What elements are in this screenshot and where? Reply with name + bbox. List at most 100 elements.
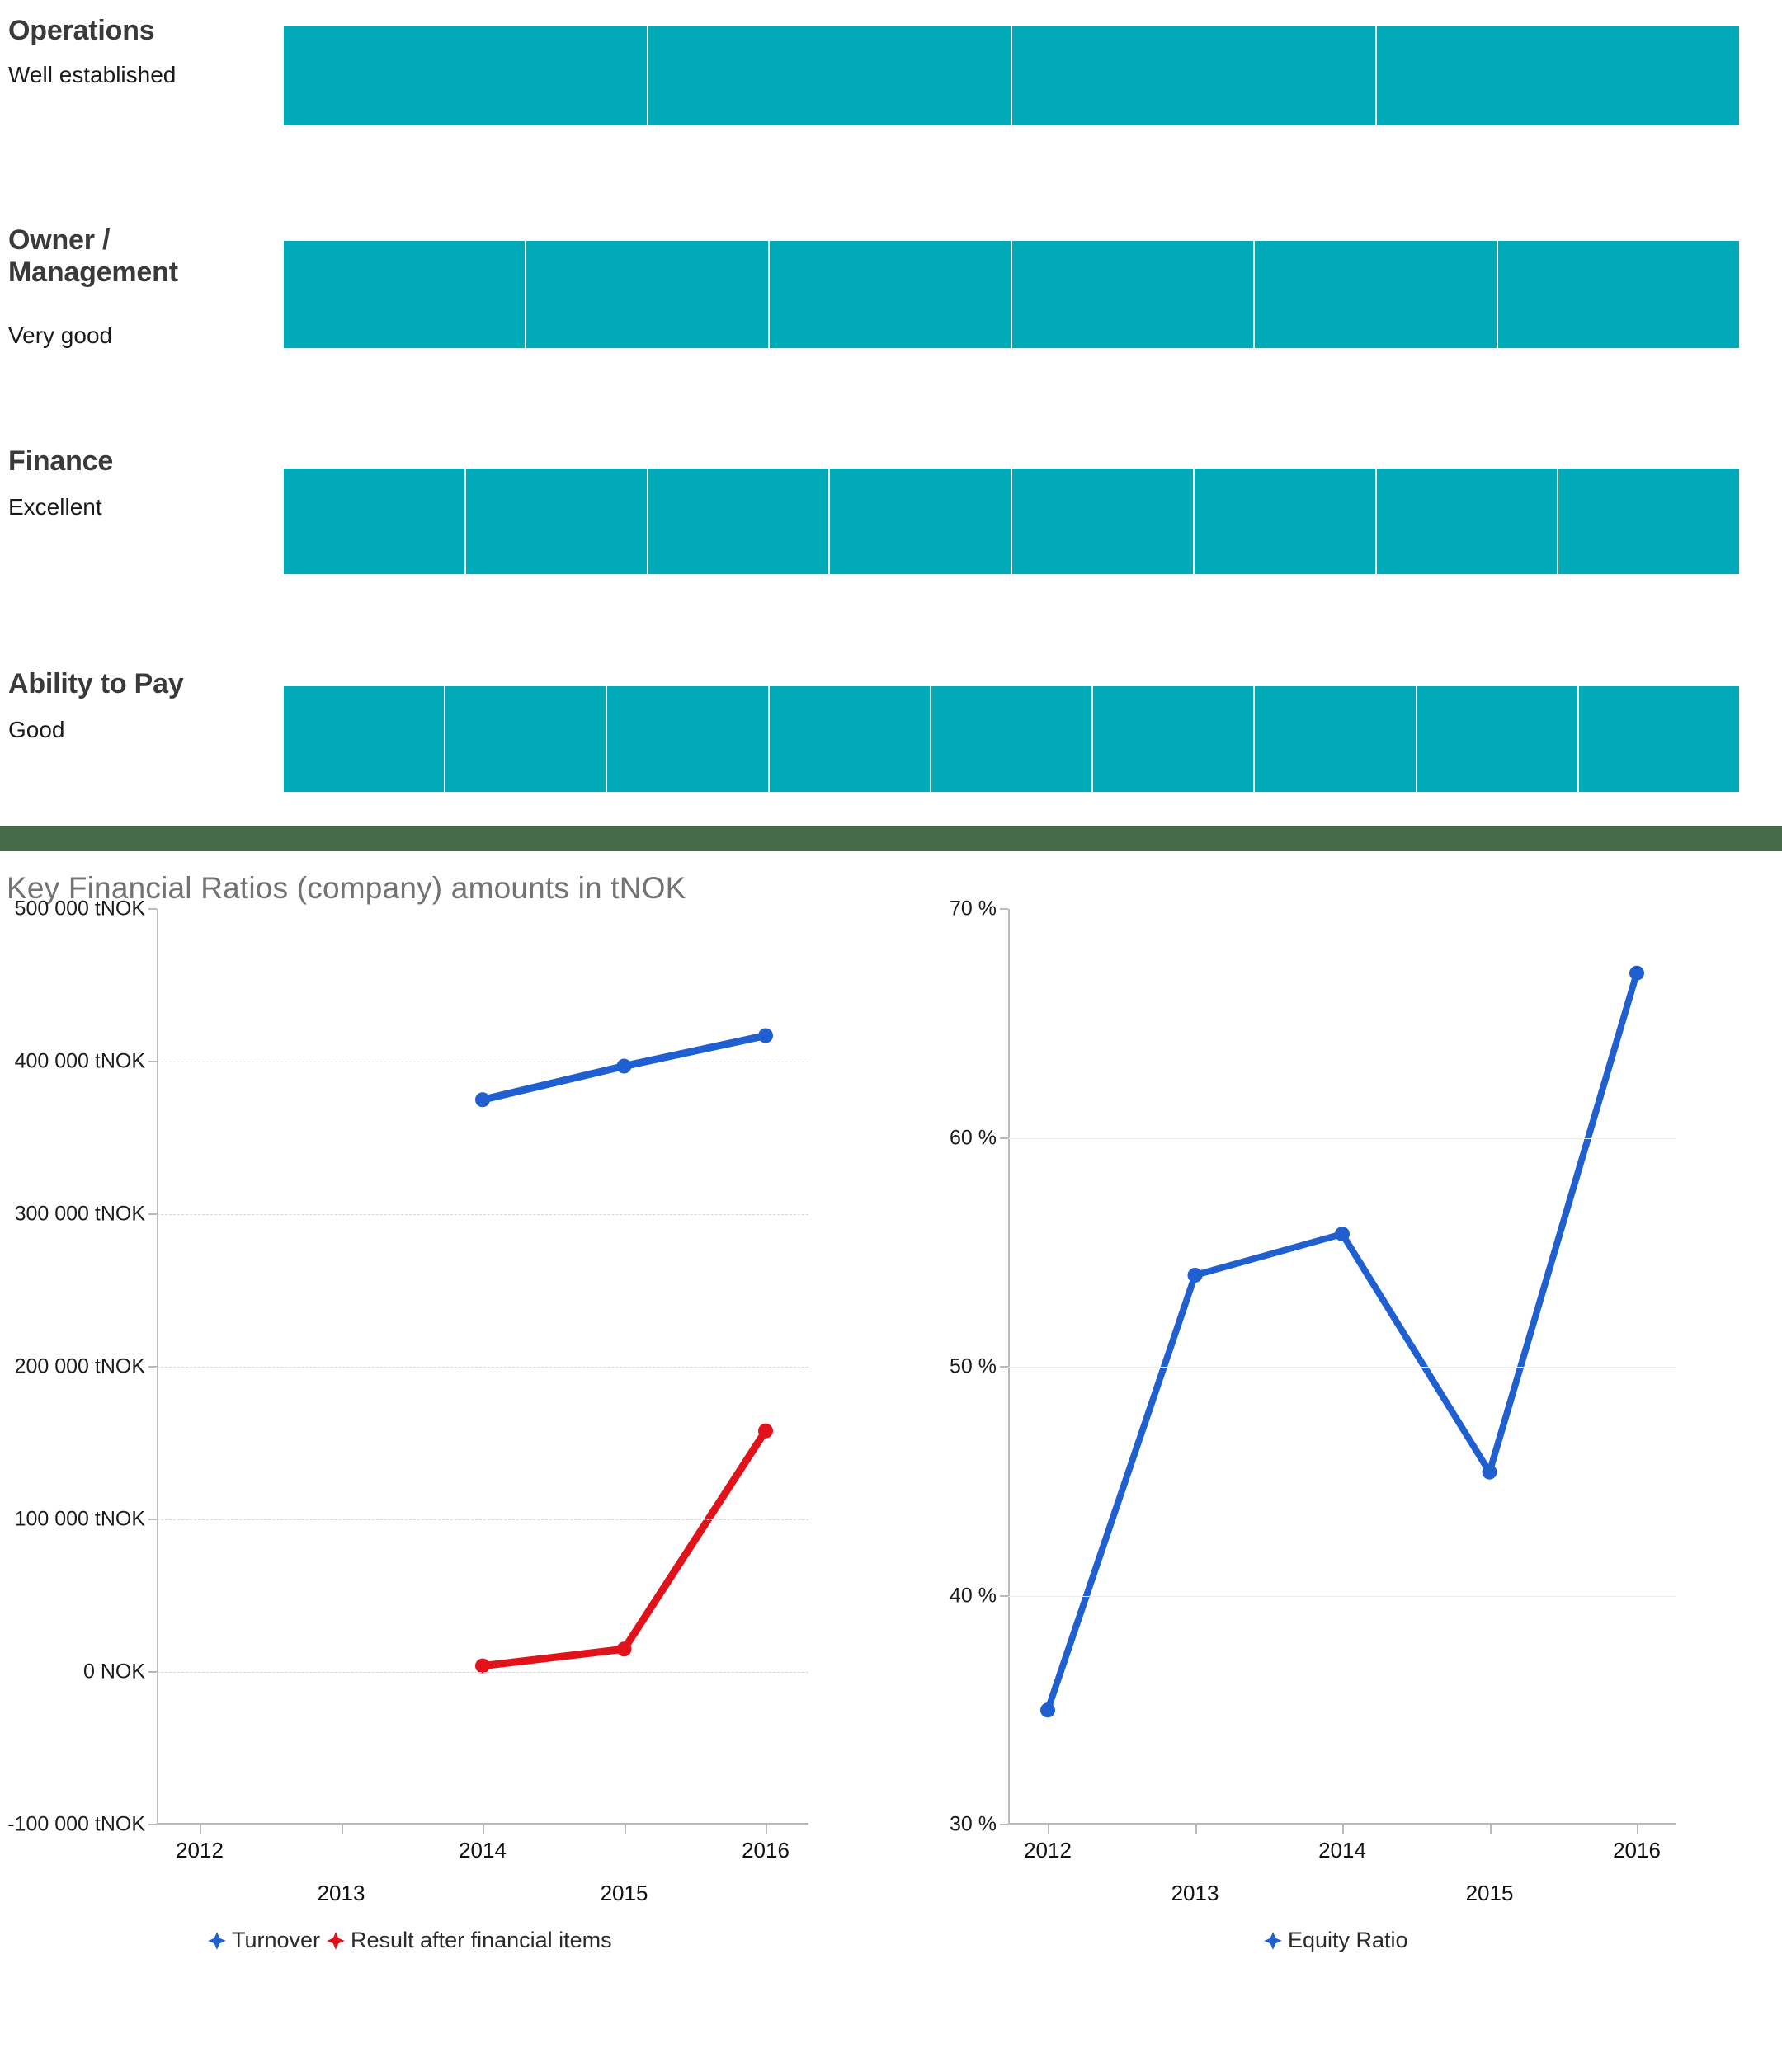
rating-bar: [284, 469, 1739, 574]
rating-bar-segment: [1012, 26, 1377, 125]
legend-label: Equity Ratio: [1288, 1928, 1408, 1952]
x-axis-tick-mark: [1637, 1825, 1638, 1834]
legend-diamond-icon: [206, 1930, 228, 1952]
legend-label: Turnover: [232, 1928, 321, 1952]
x-axis-tick-label: 2016: [1613, 1838, 1661, 1862]
x-axis-tick-label: 2014: [1318, 1838, 1366, 1862]
gridline: [157, 1367, 808, 1368]
series-line: [1044, 969, 1640, 1714]
y-axis-tick-label: -100 000 tNOK: [7, 1812, 145, 1836]
legend-item[interactable]: Equity Ratio: [1262, 1928, 1408, 1953]
rating-bar-segment: [446, 686, 608, 792]
x-axis-tick-mark: [624, 1825, 626, 1834]
y-axis-tick-mark: [1000, 1824, 1008, 1825]
y-axis-tick-mark: [148, 1671, 157, 1673]
y-axis-tick-mark: [148, 1519, 157, 1520]
y-axis-tick-mark: [148, 1061, 157, 1062]
series-data-point: [1629, 965, 1644, 981]
x-axis-tick-mark: [1342, 1825, 1344, 1834]
rating-bar-segment: [830, 469, 1012, 574]
rating-category-title: Owner / Management: [8, 224, 178, 289]
gridline: [1008, 1595, 1676, 1597]
series-data-point: [758, 1028, 773, 1043]
x-axis-tick-label: 2012: [1024, 1838, 1072, 1862]
series-data-point: [1482, 1464, 1497, 1480]
x-axis-tick-mark: [766, 1825, 767, 1834]
company-ratings-section: Operations Well established Owner / Manage…: [0, 0, 1782, 826]
y-axis-tick-label: 200 000 tNOK: [14, 1354, 145, 1378]
x-axis-tick-label: 2014: [459, 1838, 507, 1862]
rating-bar-segment: [1498, 241, 1739, 348]
gridline: [157, 1672, 808, 1673]
rating-category-title: Ability to Pay: [8, 668, 184, 699]
rating-bar-segment: [1377, 469, 1559, 574]
rating-bar-segment: [1377, 26, 1740, 125]
gridline: [157, 1214, 808, 1215]
y-axis-tick-label: 0 NOK: [82, 1660, 145, 1684]
rating-category-title: Operations: [8, 15, 155, 46]
rating-bar-segment: [466, 469, 648, 574]
series-data-point: [475, 1092, 490, 1108]
legend-diamond-icon: [1262, 1930, 1284, 1952]
y-axis-tick-label: 40 %: [950, 1584, 997, 1607]
rating-value-text: Very good: [8, 323, 113, 348]
rating-bar-segment: [607, 686, 770, 792]
rating-bar-segment: [770, 686, 931, 792]
rating-bar-segment: [526, 241, 770, 348]
rating-value-text: Well established: [8, 62, 177, 87]
rating-bar-segment: [1417, 686, 1579, 792]
rating-bar-segment: [1558, 469, 1739, 574]
series-data-point: [475, 1658, 490, 1674]
rating-bar-segment: [931, 686, 1094, 792]
y-axis-tick-label: 60 %: [950, 1126, 997, 1149]
rating-bar-segment: [1255, 241, 1498, 348]
y-axis-tick-label: 50 %: [950, 1354, 997, 1378]
section-divider: [0, 826, 1782, 851]
x-axis-tick-mark: [1048, 1825, 1049, 1834]
y-axis-tick-label: 100 000 tNOK: [14, 1507, 145, 1531]
legend-label: Result after financial items: [351, 1928, 612, 1952]
series-data-point: [1187, 1268, 1203, 1283]
series-data-point: [1335, 1227, 1350, 1242]
y-axis-tick-label: 300 000 tNOK: [14, 1202, 145, 1226]
y-axis-tick-mark: [1000, 1594, 1008, 1597]
x-axis-tick-label: 2012: [176, 1838, 224, 1862]
rating-value-text: Good: [8, 717, 65, 742]
rating-bar-segment: [1195, 469, 1377, 574]
y-axis-tick-mark: [148, 1213, 157, 1215]
y-axis-tick-label: 70 %: [950, 897, 997, 921]
x-axis-tick-label: 2013: [1171, 1881, 1219, 1905]
rating-bar-segment: [1093, 686, 1256, 792]
y-axis-tick-mark: [148, 908, 157, 910]
turnover-result-plot-area: 500 000 tNOK 400 000 tNOK 300 000 tNOK 200 …: [7, 897, 808, 1905]
series-data-point: [1040, 1702, 1055, 1718]
series-line: [478, 1427, 770, 1670]
y-axis-tick-mark: [1000, 908, 1008, 910]
rating-bar-segment: [1579, 686, 1739, 792]
legend-item[interactable]: Result after financial items: [325, 1928, 612, 1953]
rating-bar-segment: [648, 26, 1012, 125]
rating-bar-segment: [1012, 241, 1256, 348]
rating-bar: [284, 686, 1739, 792]
x-axis-tick-mark: [341, 1825, 343, 1834]
gridline: [1008, 1367, 1676, 1368]
x-axis-tick-label: 2016: [742, 1838, 790, 1862]
y-axis-tick-label: 400 000 tNOK: [14, 1049, 145, 1073]
y-axis-tick-label: 30 %: [950, 1812, 997, 1836]
rating-bar-segment: [284, 241, 527, 348]
x-axis-tick-mark: [1195, 1825, 1197, 1834]
legend-diamond-icon: [325, 1930, 346, 1952]
x-axis-tick-label: 2015: [600, 1881, 648, 1905]
rating-category-title: Finance: [8, 445, 114, 477]
series-data-point: [616, 1641, 632, 1657]
turnover-result-legend: Turnover Result after financial items: [206, 1928, 612, 1953]
equity-ratio-plot-area: 70 % 60 % 50 % 40 % 30 % 2012 2013 2014 2015 2016: [950, 897, 1676, 1905]
y-axis-tick-label: 500 000 tNOK: [14, 897, 145, 921]
rating-value-text: Excellent: [8, 494, 102, 520]
gridline: [157, 1519, 808, 1520]
y-axis-tick-mark: [1000, 1137, 1008, 1139]
legend-item[interactable]: Turnover: [206, 1928, 320, 1953]
y-axis-tick-mark: [148, 1366, 157, 1368]
rating-bar-segment: [1012, 469, 1195, 574]
rating-bar: [284, 241, 1739, 348]
